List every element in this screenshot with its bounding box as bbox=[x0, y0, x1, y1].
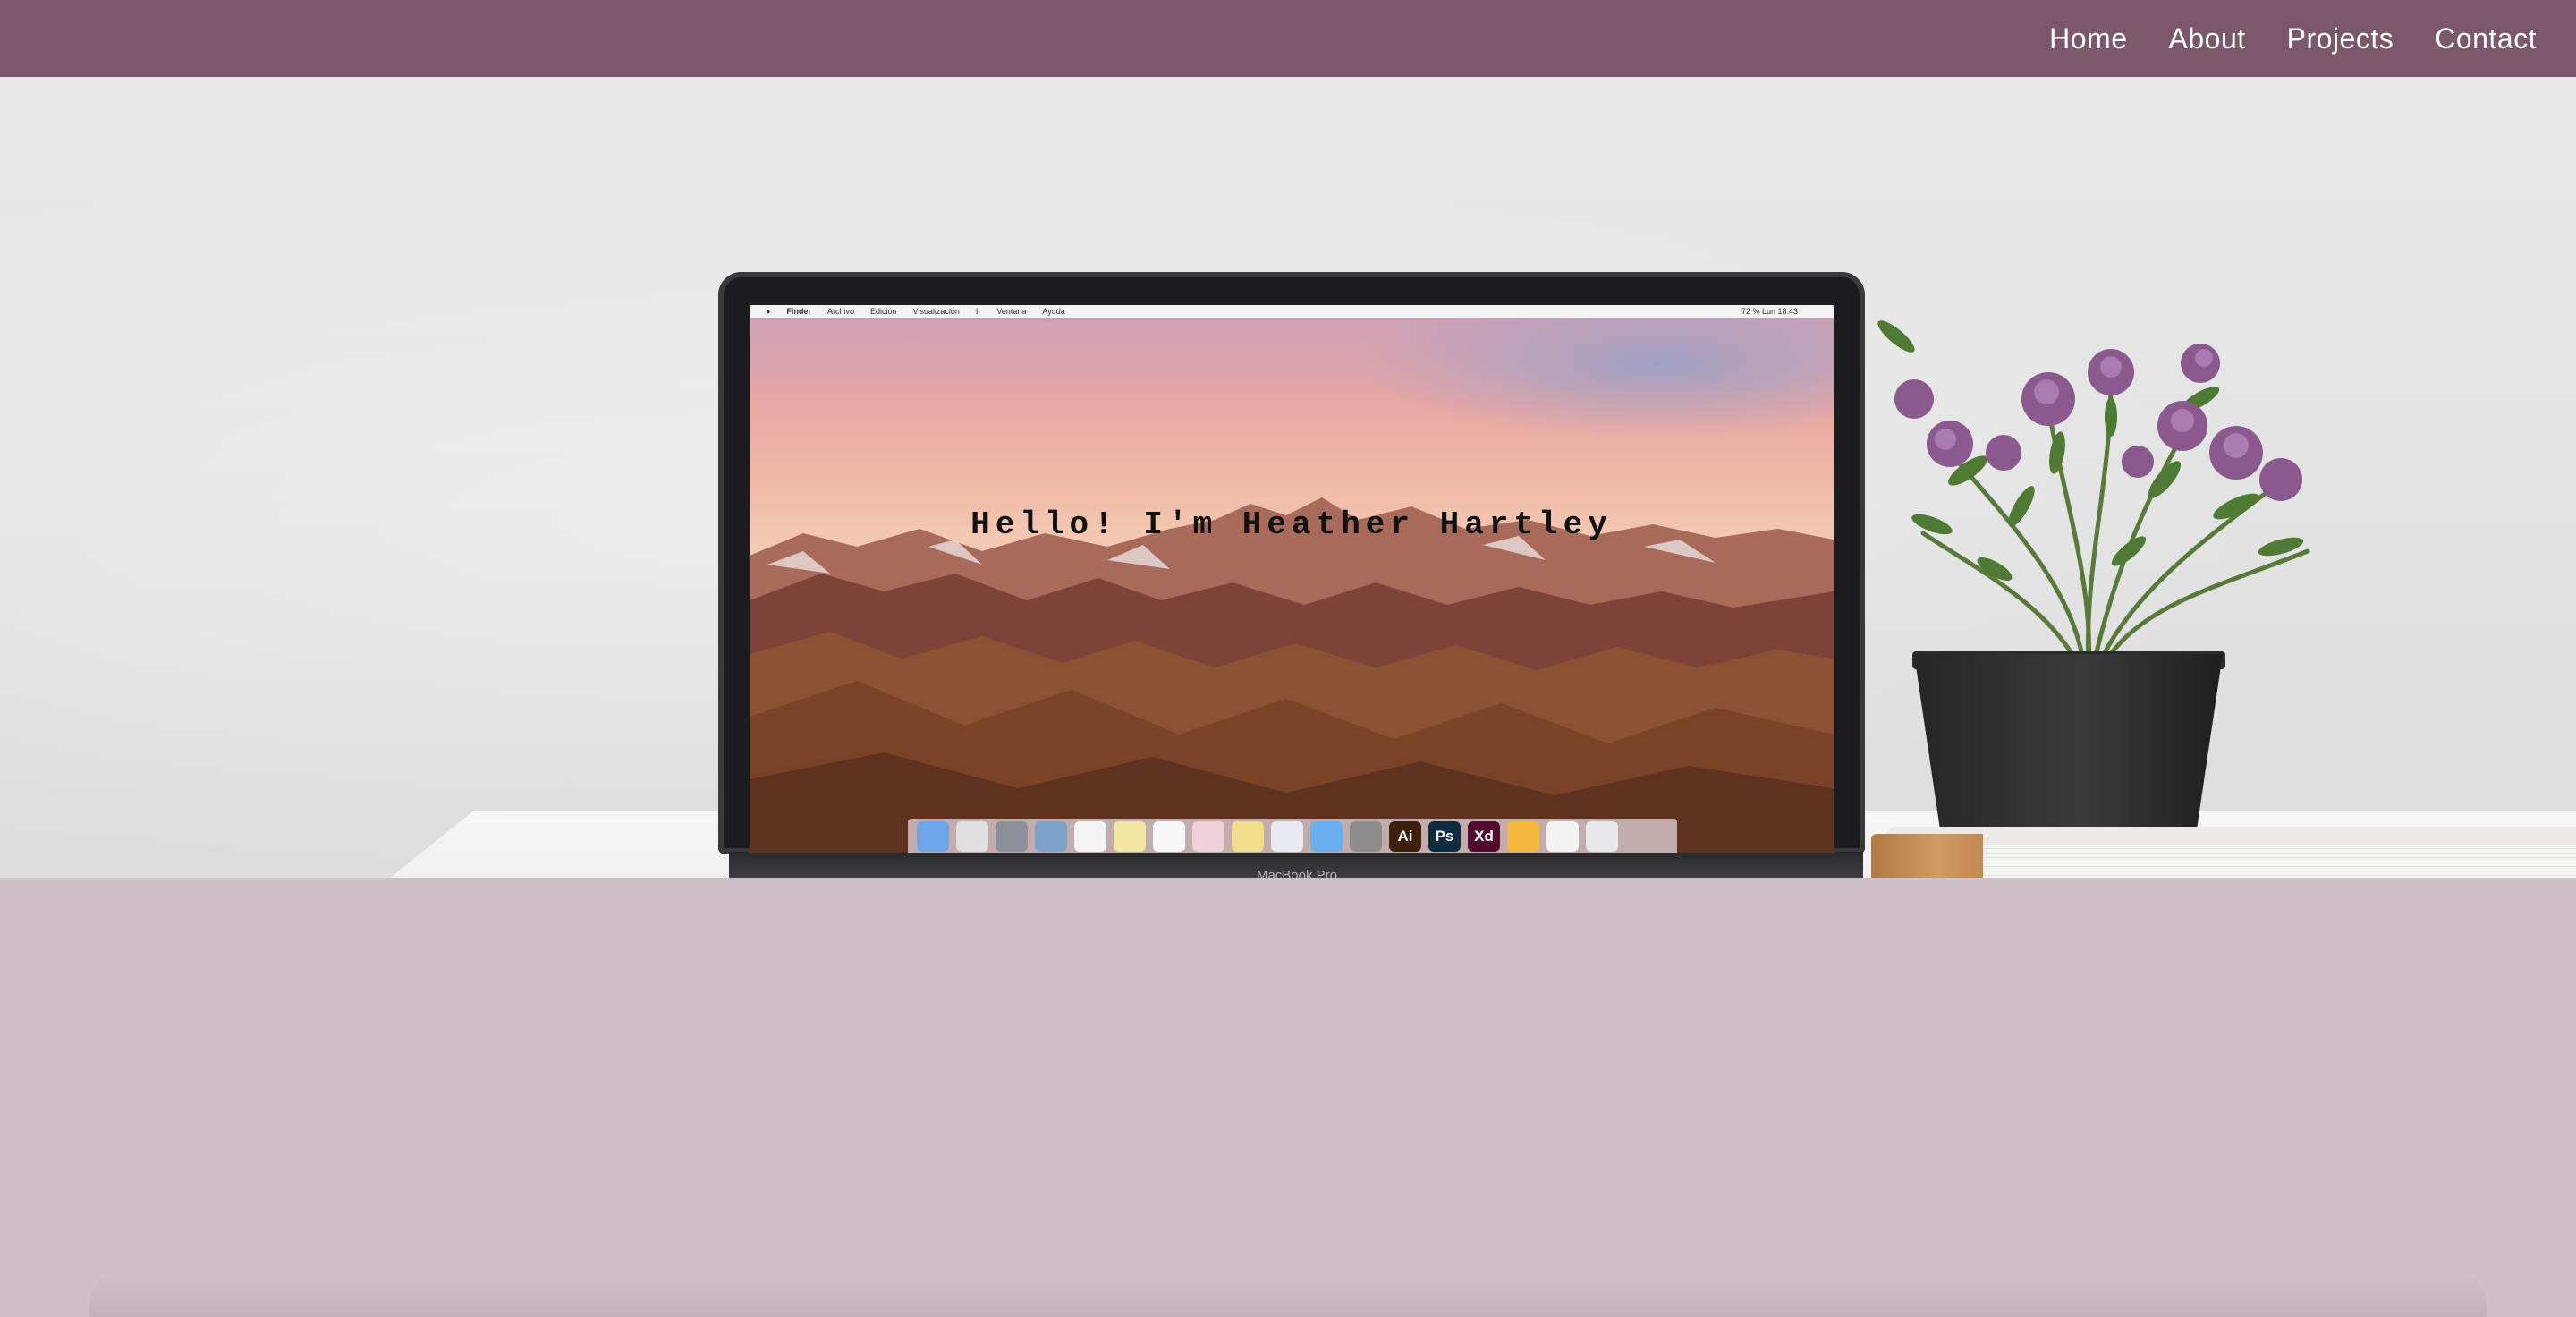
photos-icon bbox=[1192, 821, 1224, 852]
stickies-icon bbox=[1232, 821, 1264, 852]
screen-dock: Ai Ps Xd bbox=[908, 819, 1677, 853]
content-card-edge bbox=[89, 1270, 2487, 1317]
content-section bbox=[0, 878, 2576, 1317]
illustrator-icon: Ai bbox=[1389, 821, 1421, 852]
launchpad-icon bbox=[996, 821, 1028, 852]
menubar-item: Visualización bbox=[912, 307, 960, 316]
calendar-icon bbox=[1074, 821, 1106, 852]
system-preferences-icon bbox=[1350, 821, 1382, 852]
top-navbar: Home About Projects Contact bbox=[0, 0, 2576, 77]
menubar-item: Archivo bbox=[826, 307, 854, 316]
itunes-icon bbox=[1271, 821, 1303, 852]
appstore-icon bbox=[1310, 821, 1343, 852]
xd-icon: Xd bbox=[1468, 821, 1500, 852]
menubar-item: Edición bbox=[869, 307, 897, 316]
menubar-item: Ayuda bbox=[1042, 307, 1065, 316]
laptop-screen: ● Finder Archivo Edición Visualización I… bbox=[750, 305, 1834, 853]
nav-projects-link[interactable]: Projects bbox=[2287, 22, 2394, 55]
notes-icon bbox=[1114, 821, 1146, 852]
menubar-item: Ventana bbox=[996, 307, 1027, 316]
book-spine bbox=[1871, 834, 1983, 878]
chrome-icon bbox=[956, 821, 988, 852]
hero-section: MacBook Pro ● Finder Archivo Edición Vis… bbox=[0, 77, 2576, 878]
photoshop-icon: Ps bbox=[1428, 821, 1461, 852]
apple-icon: ● bbox=[766, 307, 771, 316]
laptop-model-label: MacBook Pro bbox=[1256, 868, 1338, 878]
menubar-app: Finder bbox=[786, 307, 811, 316]
nav-contact-link[interactable]: Contact bbox=[2435, 22, 2537, 55]
nav-home-link[interactable]: Home bbox=[2049, 22, 2127, 55]
nav-about-link[interactable]: About bbox=[2169, 22, 2246, 55]
downloads-icon bbox=[1546, 821, 1579, 852]
nav-links: Home About Projects Contact bbox=[2049, 0, 2537, 77]
sketch-icon bbox=[1507, 821, 1539, 852]
hero-title: Hello! I'm Heather Hartley bbox=[970, 506, 1613, 543]
preview-icon bbox=[1035, 821, 1067, 852]
screen-menubar: ● Finder Archivo Edición Visualización I… bbox=[750, 305, 1834, 318]
finder-icon bbox=[917, 821, 949, 852]
menubar-status: 72 % Lun 18:43 bbox=[1741, 307, 1798, 316]
plant-pot bbox=[1914, 654, 2223, 842]
mountain-wallpaper bbox=[750, 497, 1834, 853]
menubar-item: Ir bbox=[975, 307, 981, 316]
trash-icon bbox=[1586, 821, 1618, 852]
textedit-icon bbox=[1153, 821, 1185, 852]
potted-plant-image bbox=[1877, 320, 2310, 670]
